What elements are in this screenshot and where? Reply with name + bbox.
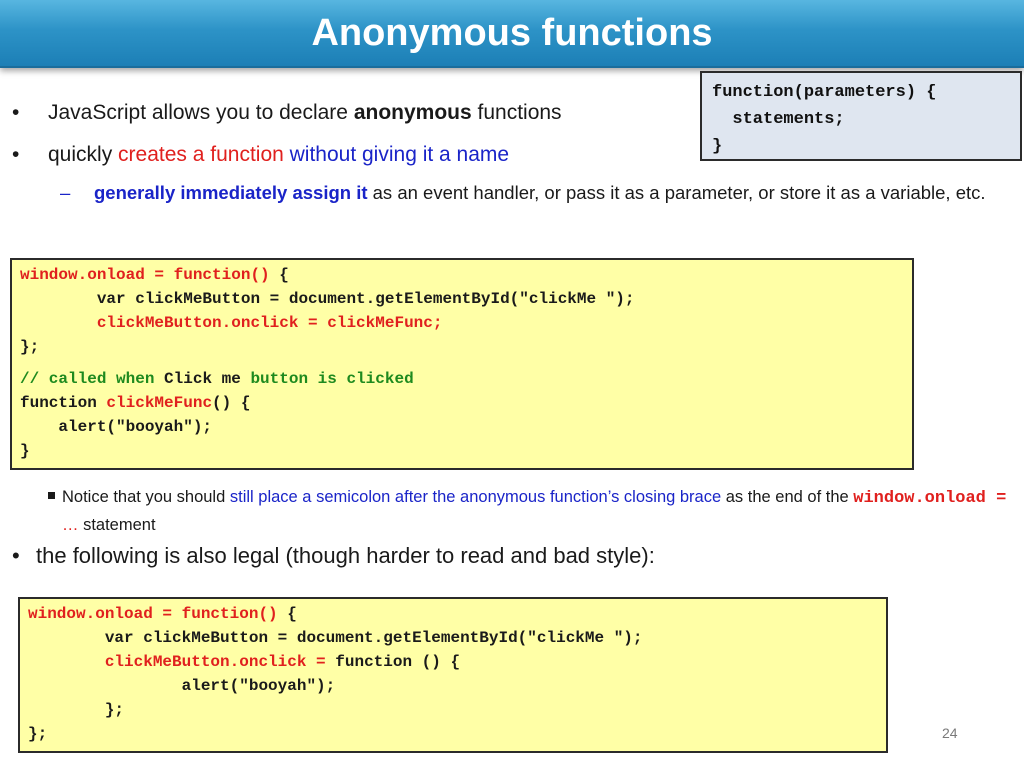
bullet-dot-icon: • bbox=[12, 143, 20, 166]
bullet-highlight-red: creates a function bbox=[118, 143, 284, 166]
dash-icon: – bbox=[60, 182, 71, 203]
code-line: }; bbox=[28, 701, 125, 719]
code-line: } bbox=[20, 442, 30, 460]
code-comment: // called when Click me button is clicke… bbox=[20, 370, 414, 388]
bullet-text: quickly bbox=[48, 143, 119, 166]
page-number: 24 bbox=[942, 725, 958, 741]
syntax-line: function(parameters) { bbox=[712, 83, 937, 102]
bullet-emphasis: anonymous bbox=[353, 101, 472, 124]
code-line: }; bbox=[20, 338, 40, 356]
code-line: function clickMeFunc() { bbox=[20, 394, 251, 412]
bullet-2: • quickly creates a function without giv… bbox=[12, 141, 510, 168]
notice-highlight: still place a semicolon after the anonym… bbox=[229, 488, 722, 506]
notice-text: Notice that you should still place a sem… bbox=[48, 484, 1012, 539]
code-line: clickMeButton.onclick = clickMeFunc; bbox=[20, 314, 443, 332]
code-line: clickMeButton.onclick = function () { bbox=[28, 653, 461, 671]
code-block-1: window.onload = function() { var clickMe… bbox=[10, 258, 914, 470]
bullet-text: the following is also legal (though hard… bbox=[36, 543, 655, 568]
code-line: }; bbox=[28, 725, 48, 743]
code-line: alert("booyah"); bbox=[28, 677, 336, 695]
bullet-3: • the following is also legal (though ha… bbox=[12, 542, 655, 569]
code-line: alert("booyah"); bbox=[20, 418, 213, 436]
bullet-1: • JavaScript allows you to declare anony… bbox=[12, 99, 562, 126]
code-line: var clickMeButton = document.getElementB… bbox=[20, 290, 635, 308]
syntax-line: statements; bbox=[712, 110, 845, 129]
bullet-highlight-blue: without giving it a name bbox=[283, 143, 510, 166]
code-line: var clickMeButton = document.getElementB… bbox=[28, 629, 643, 647]
code-line: window.onload = function() { bbox=[20, 266, 289, 284]
code-line: window.onload = function() { bbox=[28, 605, 297, 623]
code-block-2: window.onload = function() { var clickMe… bbox=[18, 597, 888, 753]
syntax-box: function(parameters) { statements; } bbox=[700, 71, 1022, 161]
syntax-line: } bbox=[712, 137, 723, 156]
bullet-dot-icon: • bbox=[12, 543, 20, 568]
slide-title: Anonymous functions bbox=[311, 12, 713, 54]
sub-bullet-emphasis: generally immediately assign it bbox=[94, 182, 368, 203]
sub-bullet: – generally immediately assign it as an … bbox=[60, 178, 1014, 208]
bullet-dot-icon: • bbox=[12, 101, 20, 124]
sub-bullet-text: as an event handler, or pass it as a par… bbox=[367, 182, 986, 203]
bullet-text: JavaScript allows you to declare bbox=[48, 101, 354, 124]
bullet-text: functions bbox=[471, 101, 562, 124]
square-bullet-icon bbox=[48, 492, 55, 499]
inline-code: window.onload = bbox=[853, 489, 1007, 508]
